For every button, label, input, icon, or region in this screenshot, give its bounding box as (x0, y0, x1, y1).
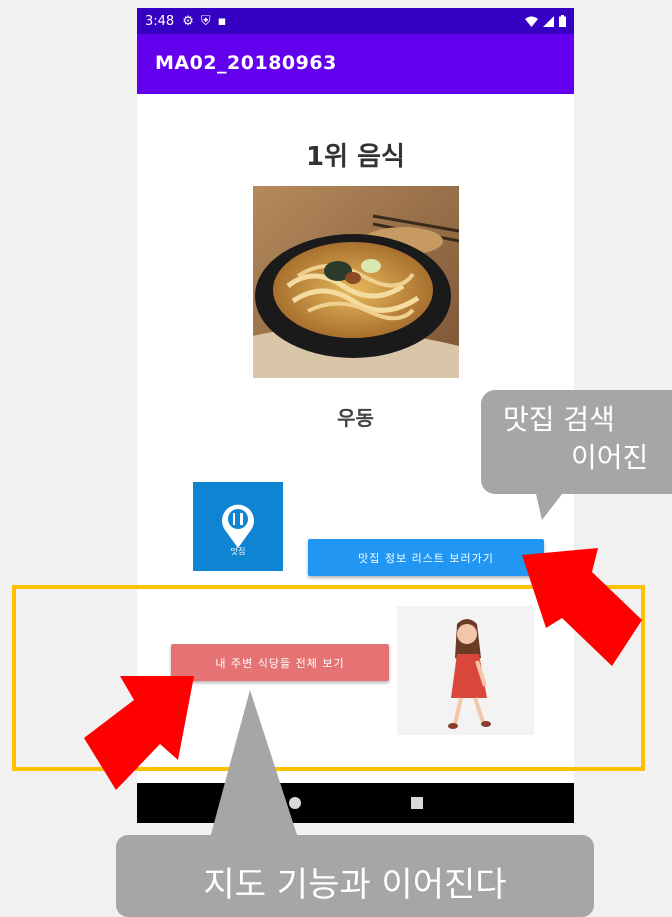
app-bar: MA02_20180963 (137, 34, 574, 94)
signal-icon (543, 15, 554, 27)
map-pin-icon (222, 504, 254, 548)
sd-card-icon: ▪ (217, 13, 227, 29)
rank-heading: 1위 음식 (306, 142, 405, 172)
udon-image (253, 186, 459, 378)
nav-bar (137, 783, 574, 823)
status-time: 3:48 (145, 13, 175, 29)
wifi-icon (525, 16, 538, 27)
map-callout-text: 지도 기능과 이어진다 (203, 865, 507, 905)
app-title: MA02_20180963 (155, 52, 337, 74)
restaurant-list-button[interactable]: 맛집 정보 리스트 보러가기 (308, 539, 544, 576)
map-app-tile[interactable]: 맛집 (193, 482, 283, 571)
highlight-box (12, 585, 645, 771)
recents-nav-icon[interactable] (410, 797, 423, 809)
status-bar: 3:48 ⚙ ⛨ ▪ (137, 8, 574, 34)
map-callout: 지도 기능과 이어진다 (116, 835, 594, 917)
gear-icon: ⚙ (182, 13, 194, 29)
search-callout-line2: 이어진 (571, 441, 649, 474)
shield-icon: ⛨ (200, 13, 211, 29)
status-icons-right (525, 15, 566, 27)
map-tile-label: 맛집 (230, 547, 246, 556)
search-callout: 맛집 검색 이어진 (481, 390, 672, 494)
search-callout-line1: 맛집 검색 (503, 403, 615, 436)
battery-icon (559, 15, 566, 27)
home-nav-icon[interactable] (288, 797, 301, 809)
